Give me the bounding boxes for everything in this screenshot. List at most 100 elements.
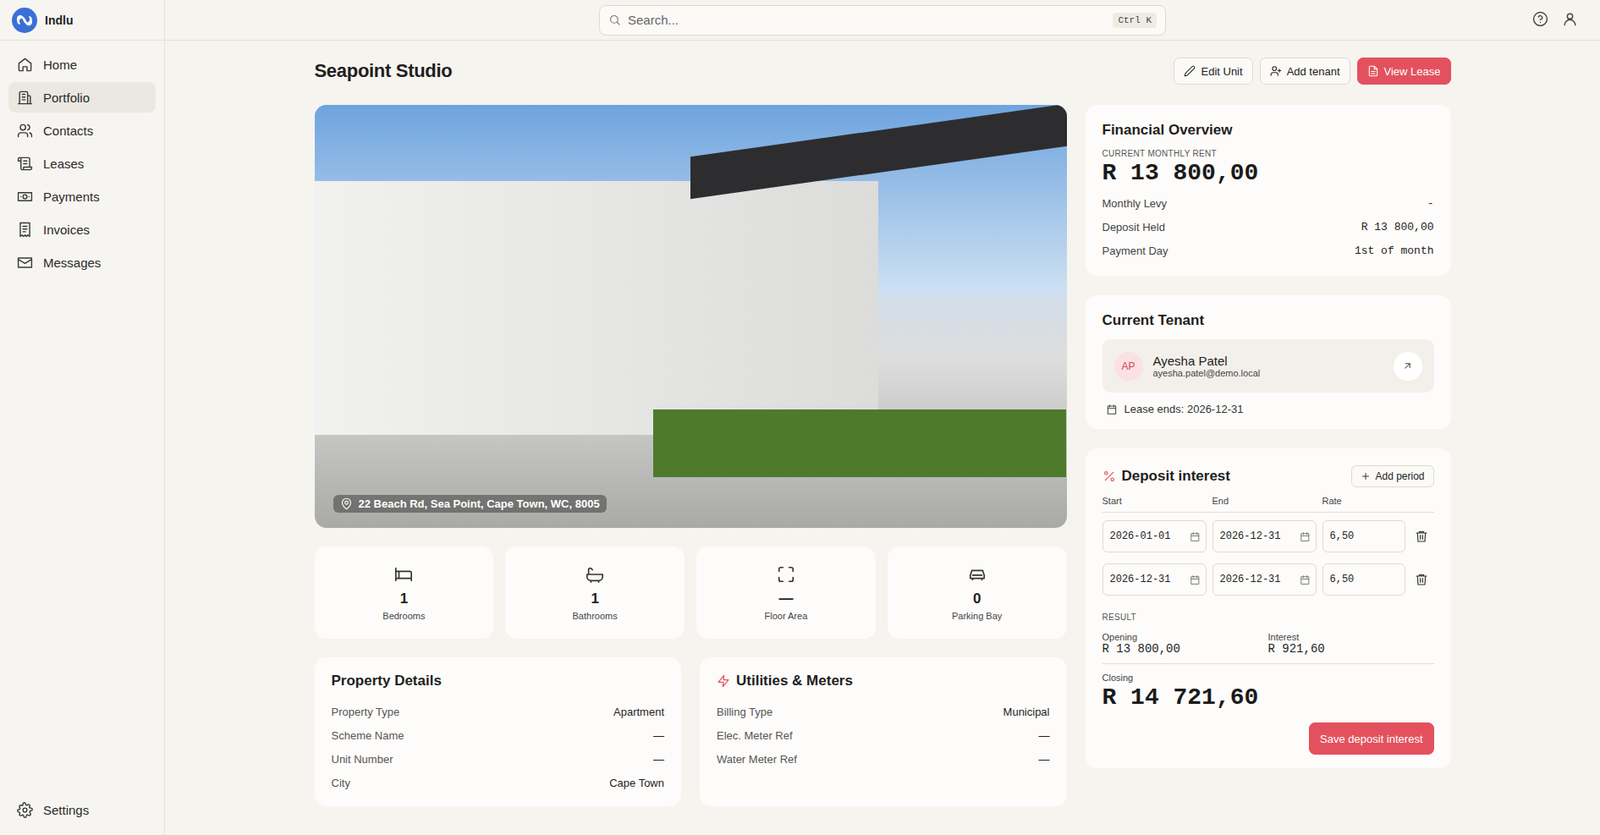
sidebar-item[interactable]: Home bbox=[8, 49, 156, 80]
pencil-icon bbox=[1183, 65, 1196, 77]
closing-value: R 14 721,60 bbox=[1102, 684, 1435, 711]
calendar-icon bbox=[1105, 403, 1118, 416]
interest-value: R 921,60 bbox=[1268, 642, 1435, 656]
stat-value: 1 bbox=[590, 590, 599, 608]
end-date-input[interactable] bbox=[1220, 530, 1300, 543]
action-button[interactable]: View Lease bbox=[1357, 57, 1452, 85]
trash-icon[interactable] bbox=[1414, 572, 1429, 587]
card-title: Deposit interest bbox=[1102, 467, 1231, 485]
rate-input[interactable] bbox=[1330, 530, 1400, 543]
stat-card: 0 Parking Bay bbox=[887, 546, 1067, 639]
end-date-input[interactable] bbox=[1220, 573, 1300, 586]
deposit-interest-card: Deposit interest Add period Start End Rate RE… bbox=[1085, 448, 1452, 769]
scroll-icon bbox=[16, 155, 33, 172]
start-date-input[interactable] bbox=[1110, 573, 1190, 586]
period-row bbox=[1102, 512, 1435, 556]
shortcut-badge: Ctrl K bbox=[1112, 12, 1157, 28]
rate-field[interactable] bbox=[1322, 563, 1406, 596]
card-title: Financial Overview bbox=[1102, 121, 1435, 139]
card-title: Current Tenant bbox=[1102, 312, 1435, 330]
result-section: RESULTOpeningR 13 800,00InterestR 921,60… bbox=[1102, 599, 1435, 711]
add-period-button[interactable]: Add period bbox=[1351, 465, 1434, 488]
start-date-field[interactable] bbox=[1102, 563, 1207, 596]
sidebar-item[interactable]: Messages bbox=[8, 247, 156, 278]
calendar-icon[interactable] bbox=[1189, 574, 1201, 586]
rate-input[interactable] bbox=[1330, 573, 1400, 586]
tenant-row[interactable]: APAyesha Patelayesha.patel@demo.local bbox=[1102, 339, 1435, 393]
property-photo: 22 Beach Rd, Sea Point, Cape Town, WC, 8… bbox=[314, 104, 1067, 528]
utilities-card: Utilities & MetersBilling TypeMunicipalE… bbox=[699, 657, 1067, 807]
gear-icon bbox=[16, 802, 33, 819]
save-deposit-button[interactable]: Save deposit interest bbox=[1308, 722, 1434, 755]
brand[interactable]: Indlu bbox=[0, 0, 165, 41]
calendar-icon[interactable] bbox=[1299, 574, 1311, 586]
settings-item[interactable]: Settings bbox=[8, 794, 156, 825]
detail-row: Property TypeApartment bbox=[331, 699, 666, 724]
rate-field[interactable] bbox=[1322, 520, 1406, 553]
percent-icon bbox=[1102, 469, 1117, 484]
help-icon[interactable] bbox=[1532, 10, 1549, 28]
stat-value: — bbox=[778, 590, 793, 608]
stat-label: Floor Area bbox=[764, 610, 809, 622]
file-icon bbox=[1367, 65, 1380, 77]
stat-value: 1 bbox=[400, 590, 408, 608]
home-icon bbox=[16, 56, 33, 73]
end-date-field[interactable] bbox=[1212, 520, 1317, 553]
search-icon bbox=[608, 13, 622, 27]
calendar-icon[interactable] bbox=[1299, 531, 1311, 543]
user-icon[interactable] bbox=[1561, 10, 1579, 28]
period-row bbox=[1102, 555, 1435, 600]
brand-name: Indlu bbox=[44, 13, 73, 28]
closing-label: Closing bbox=[1102, 672, 1435, 683]
financial-row: Payment Day1st of month bbox=[1102, 238, 1435, 263]
users-icon bbox=[16, 122, 33, 139]
action-button[interactable]: Add tenant bbox=[1259, 57, 1351, 85]
column-header: End bbox=[1212, 495, 1317, 506]
building-icon bbox=[16, 89, 33, 106]
start-date-input[interactable] bbox=[1110, 530, 1190, 543]
banknote-icon bbox=[16, 188, 33, 205]
pin-icon bbox=[340, 497, 353, 511]
sidebar-nav: HomePortfolioContactsLeasesPaymentsInvoi… bbox=[0, 40, 165, 795]
column-header: Rate bbox=[1322, 495, 1406, 506]
area-icon bbox=[776, 565, 796, 584]
end-date-field[interactable] bbox=[1212, 563, 1317, 596]
stat-label: Parking Bay bbox=[951, 610, 1002, 622]
detail-row: CityCape Town bbox=[331, 770, 666, 795]
financial-row: Monthly Levy- bbox=[1102, 191, 1435, 215]
sidebar-item[interactable]: Contacts bbox=[8, 115, 156, 146]
card-title: Property Details bbox=[331, 672, 666, 690]
receipt-icon bbox=[16, 221, 33, 238]
stat-value: 0 bbox=[973, 590, 981, 608]
bed-icon bbox=[394, 565, 413, 584]
property-details-card: Property DetailsProperty TypeApartmentSc… bbox=[314, 657, 682, 807]
bath-icon bbox=[585, 565, 605, 584]
opening-value: R 13 800,00 bbox=[1102, 642, 1269, 656]
mail-icon bbox=[16, 254, 33, 271]
topbar: Search... Ctrl K bbox=[164, 0, 1600, 41]
stat-label: Bathrooms bbox=[572, 610, 618, 622]
sidebar-item[interactable]: Leases bbox=[8, 148, 156, 179]
stat-label: Bedrooms bbox=[382, 610, 425, 622]
car-icon bbox=[967, 565, 987, 584]
calendar-icon[interactable] bbox=[1189, 531, 1201, 543]
zap-icon bbox=[716, 674, 731, 688]
trash-icon[interactable] bbox=[1414, 529, 1429, 544]
sidebar-item[interactable]: Invoices bbox=[8, 214, 156, 245]
tenant-name: Ayesha Patel bbox=[1153, 353, 1384, 369]
logo-icon bbox=[11, 7, 38, 33]
stat-card: 1 Bedrooms bbox=[314, 546, 495, 639]
sidebar-item[interactable]: Portfolio bbox=[8, 82, 156, 113]
start-date-field[interactable] bbox=[1102, 520, 1207, 553]
action-button[interactable]: Edit Unit bbox=[1173, 57, 1253, 85]
tenant-avatar: AP bbox=[1114, 351, 1144, 381]
lease-end: Lease ends: 2026-12-31 bbox=[1102, 402, 1435, 416]
app: Indlu HomePortfolioContactsLeasesPayments… bbox=[0, 0, 1600, 835]
detail-row: Water Meter Ref— bbox=[716, 747, 1051, 771]
search-box[interactable]: Search... Ctrl K bbox=[599, 5, 1166, 36]
open-tenant-button[interactable] bbox=[1393, 351, 1423, 381]
search-placeholder: Search... bbox=[627, 12, 1106, 28]
sidebar-item[interactable]: Payments bbox=[8, 181, 156, 212]
column-header: Start bbox=[1102, 495, 1207, 506]
period-header: Start End Rate bbox=[1102, 495, 1435, 513]
